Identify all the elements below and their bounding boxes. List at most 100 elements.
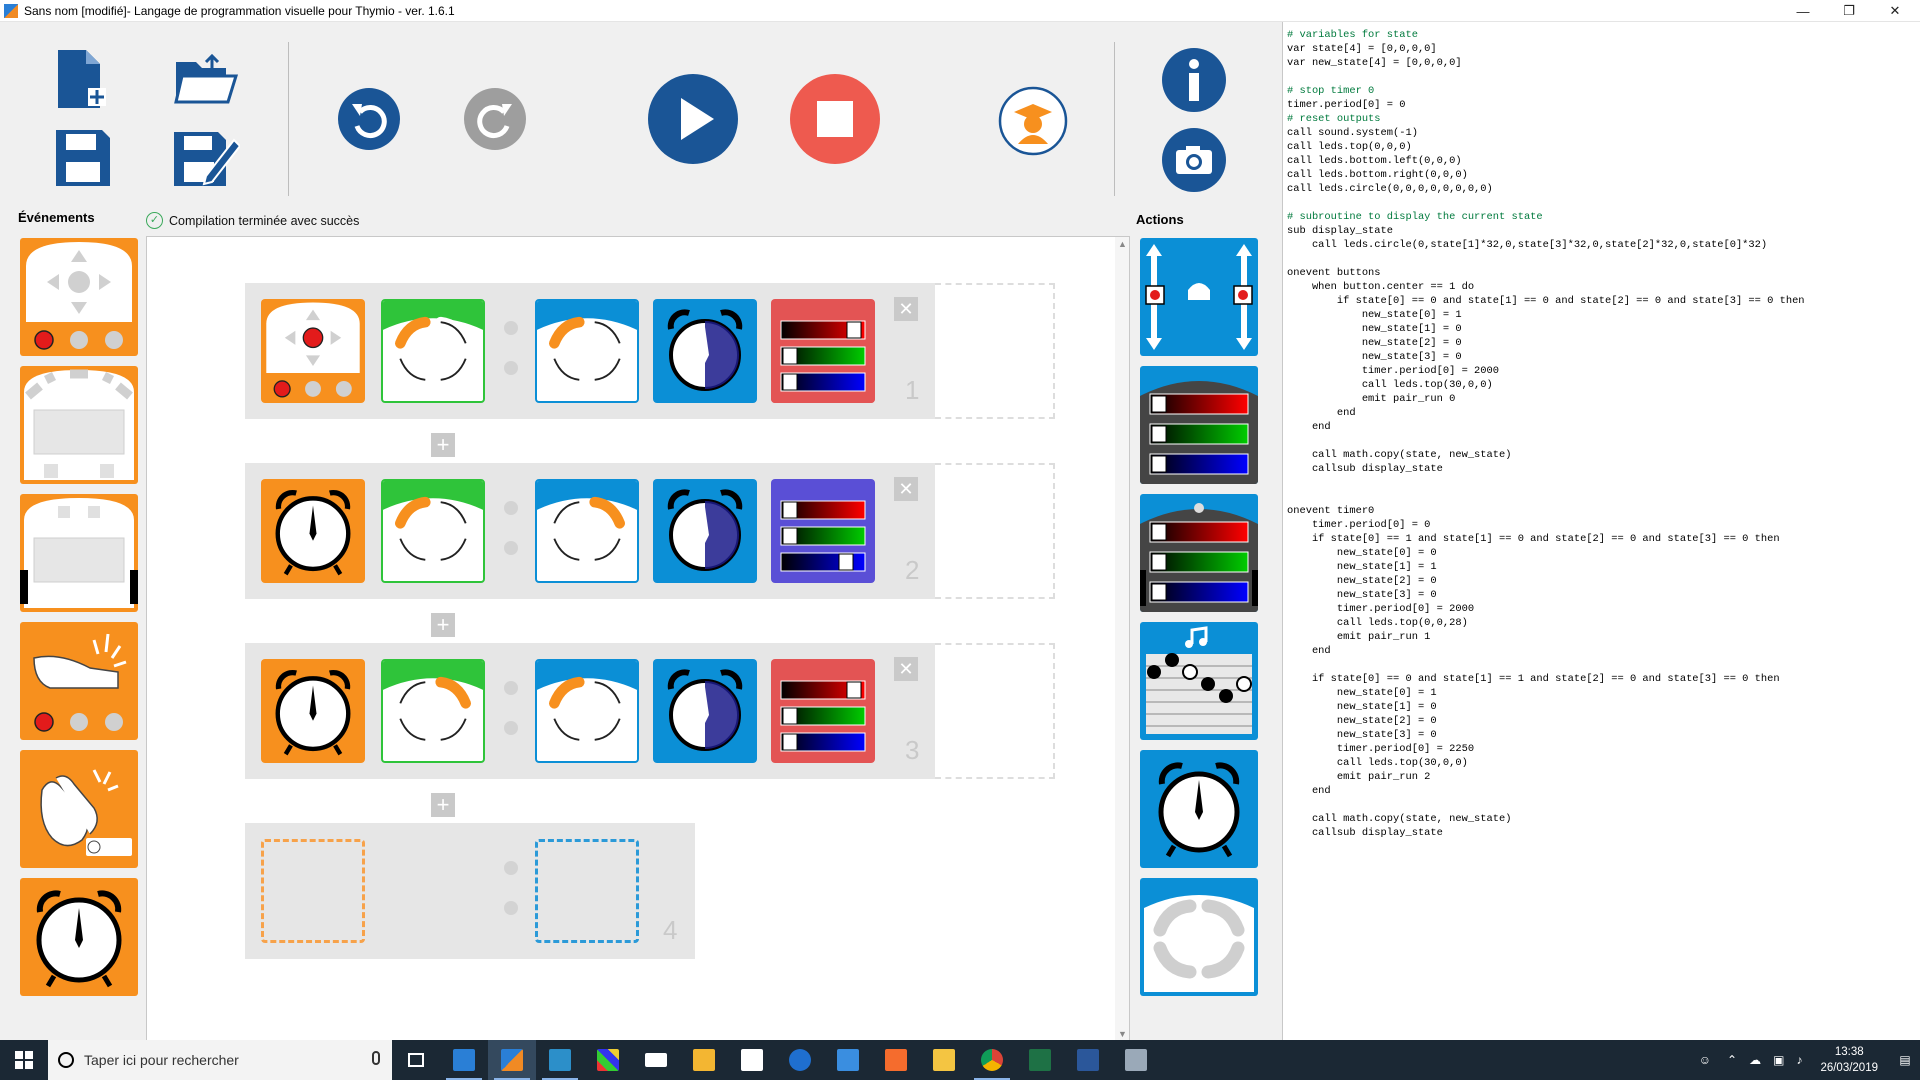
- code-line: new_state[3] = 0: [1287, 589, 1437, 601]
- row-drop-zone[interactable]: [935, 463, 1055, 599]
- code-line: new_state[0] = 1: [1287, 309, 1462, 321]
- taskbar-app-edge[interactable]: [776, 1040, 824, 1080]
- empty-action-slot[interactable]: [535, 839, 639, 943]
- aseba-code-view[interactable]: # variables for state var state[4] = [0,0…: [1282, 22, 1920, 1040]
- code-line: call leds.circle(0,0,0,0,0,0,0,0): [1287, 183, 1493, 195]
- front-proximity-event-tile[interactable]: [20, 366, 138, 484]
- taskbar-app-store[interactable]: [728, 1040, 776, 1080]
- alarm-clock-icon: [667, 489, 743, 571]
- taskbar-app-thymio-vpl[interactable]: [488, 1040, 536, 1080]
- taskbar-app-blue[interactable]: [824, 1040, 872, 1080]
- add-row-button[interactable]: +: [431, 433, 455, 457]
- taskbar-app-word[interactable]: [1064, 1040, 1112, 1080]
- clock-time: 13:38: [1834, 1046, 1864, 1058]
- add-row-button[interactable]: +: [431, 793, 455, 817]
- info-icon[interactable]: [1162, 48, 1226, 112]
- program-row-3[interactable]: ✕ 3: [245, 643, 1055, 779]
- people-icon[interactable]: ☺: [1699, 1053, 1711, 1067]
- ground-proximity-event-tile[interactable]: [20, 494, 138, 612]
- new-state-block[interactable]: [535, 659, 639, 763]
- state-condition-block[interactable]: [381, 299, 485, 403]
- timer-action-block[interactable]: [653, 659, 757, 763]
- delete-row-button[interactable]: ✕: [894, 477, 918, 501]
- top-color-action-tile[interactable]: [1140, 366, 1258, 484]
- system-tray: ☺ ⌃ ☁ ▣ ♪ 13:38 26/03/2019 ▤: [1689, 1040, 1920, 1080]
- onedrive-icon[interactable]: ☁: [1749, 1053, 1761, 1067]
- taskbar-app-other[interactable]: [1112, 1040, 1160, 1080]
- timer-action-block[interactable]: [653, 299, 757, 403]
- timer-action-block[interactable]: [653, 479, 757, 583]
- color-sliders-icon: [780, 680, 866, 752]
- notifications-icon[interactable]: ▤: [1890, 1053, 1920, 1067]
- undo-icon[interactable]: [338, 88, 400, 150]
- code-line: timer.period[0] = 0: [1287, 99, 1406, 111]
- minimize-button[interactable]: —: [1780, 0, 1826, 22]
- timer-event-block[interactable]: [261, 659, 365, 763]
- redo-icon[interactable]: [464, 88, 526, 150]
- program-canvas[interactable]: ▲ ▼ ✕ 1 + ✕ 2 + ✕ 3 + 4: [146, 236, 1130, 1042]
- program-row-4[interactable]: 4: [245, 823, 695, 959]
- empty-event-slot[interactable]: [261, 839, 365, 943]
- buttons-event-tile[interactable]: [20, 238, 138, 356]
- taskbar-app-explorer[interactable]: [920, 1040, 968, 1080]
- run-icon[interactable]: [648, 74, 738, 164]
- screenshot-icon[interactable]: [1162, 128, 1226, 192]
- code-line: # variables for state: [1287, 29, 1418, 41]
- microphone-icon[interactable]: [372, 1051, 380, 1065]
- taskbar-app-folder[interactable]: [680, 1040, 728, 1080]
- delete-row-button[interactable]: ✕: [894, 657, 918, 681]
- maximize-button[interactable]: ❐: [1826, 0, 1872, 22]
- taskbar-app-excel[interactable]: [1016, 1040, 1064, 1080]
- row-drop-zone[interactable]: [935, 283, 1055, 419]
- open-folder-icon[interactable]: [172, 52, 240, 108]
- save-icon[interactable]: [54, 128, 112, 188]
- canvas-scrollbar[interactable]: ▲ ▼: [1115, 237, 1129, 1041]
- top-color-action-block[interactable]: [771, 479, 875, 583]
- delete-row-button[interactable]: ✕: [894, 297, 918, 321]
- add-row-button[interactable]: +: [431, 613, 455, 637]
- chevron-up-icon[interactable]: ⌃: [1727, 1053, 1737, 1067]
- motors-action-tile[interactable]: [1140, 238, 1258, 356]
- timer-action-tile[interactable]: [1140, 750, 1258, 868]
- scroll-up-icon[interactable]: ▲: [1118, 239, 1127, 249]
- new-state-block[interactable]: [535, 299, 639, 403]
- clock-date: 26/03/2019: [1820, 1062, 1878, 1074]
- music-action-tile[interactable]: [1140, 622, 1258, 740]
- program-row-1[interactable]: ✕ 1: [245, 283, 1055, 419]
- start-button[interactable]: [0, 1040, 48, 1080]
- code-line: # reset outputs: [1287, 113, 1381, 125]
- stop-icon[interactable]: [790, 74, 880, 164]
- network-icon[interactable]: ▣: [1773, 1053, 1784, 1067]
- row-drop-zone[interactable]: [935, 643, 1055, 779]
- volume-icon[interactable]: ♪: [1796, 1053, 1802, 1067]
- new-file-icon[interactable]: [54, 48, 112, 112]
- taskbar-clock[interactable]: 13:38 26/03/2019: [1808, 1044, 1890, 1076]
- buttons-event-block[interactable]: [261, 299, 365, 403]
- taskbar-app-thymio-3[interactable]: [536, 1040, 584, 1080]
- close-button[interactable]: ✕: [1872, 0, 1918, 22]
- top-color-action-block[interactable]: [771, 659, 875, 763]
- new-state-block[interactable]: [535, 479, 639, 583]
- clap-event-tile[interactable]: [20, 750, 138, 868]
- taskbar-app-mail[interactable]: [632, 1040, 680, 1080]
- state-action-tile[interactable]: [1140, 878, 1258, 996]
- bottom-color-action-tile[interactable]: [1140, 494, 1258, 612]
- taskbar-app-paint[interactable]: [584, 1040, 632, 1080]
- tap-event-tile[interactable]: [20, 622, 138, 740]
- taskbar-app-chrome[interactable]: [968, 1040, 1016, 1080]
- top-color-action-block[interactable]: [771, 299, 875, 403]
- save-as-icon[interactable]: [172, 126, 240, 188]
- state-condition-block[interactable]: [381, 659, 485, 763]
- state-condition-block[interactable]: [381, 479, 485, 583]
- task-view-button[interactable]: [392, 1040, 440, 1080]
- program-row-2[interactable]: ✕ 2: [245, 463, 1055, 599]
- scroll-down-icon[interactable]: ▼: [1118, 1029, 1127, 1039]
- taskbar-app-thymio-1[interactable]: [440, 1040, 488, 1080]
- alarm-clock-icon: [275, 489, 351, 576]
- taskbar-app-brave[interactable]: [872, 1040, 920, 1080]
- teacher-mode-icon[interactable]: [998, 86, 1068, 156]
- taskbar-search-box[interactable]: Taper ici pour rechercher: [48, 1040, 392, 1080]
- timer-event-block[interactable]: [261, 479, 365, 583]
- timer-event-tile[interactable]: [20, 878, 138, 996]
